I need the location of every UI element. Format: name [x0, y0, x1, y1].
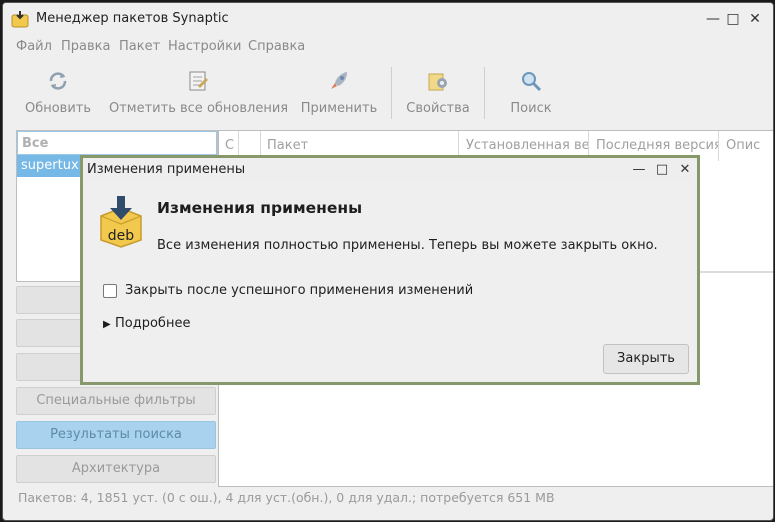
search-button[interactable]: Поиск	[501, 61, 561, 123]
maximize-icon[interactable]: □	[723, 9, 743, 29]
apply-label: Применить	[300, 101, 378, 116]
close-icon[interactable]: ✕	[745, 9, 765, 29]
dialog-title-bar[interactable]: Изменения применены — □ ✕	[83, 158, 697, 182]
menu-edit[interactable]: Правка	[61, 39, 110, 54]
dialog-close-icon[interactable]: ✕	[675, 160, 695, 180]
dialog-maximize-icon[interactable]: □	[652, 160, 672, 180]
filter-button-custom[interactable]: Специальные фильтры	[16, 387, 216, 415]
toolbar-separator	[484, 67, 485, 119]
mark-all-upgrades-button[interactable]: Отметить все обновления	[109, 61, 289, 123]
deb-icon-text: deb	[108, 228, 135, 244]
section-list-header[interactable]: Все	[17, 131, 217, 155]
reload-label: Обновить	[24, 101, 92, 116]
status-bar: Пакетов: 4, 1851 уст. (0 с ош.), 4 для у…	[18, 490, 555, 505]
menu-bar: Файл Правка Пакет Настройки Справка	[3, 36, 773, 58]
close-after-success-label[interactable]: Закрыть после успешного применения измен…	[125, 283, 473, 298]
properties-label: Свойства	[406, 101, 470, 116]
close-button[interactable]: Закрыть	[603, 344, 689, 374]
properties-button[interactable]: Свойства	[403, 61, 473, 123]
minimize-icon[interactable]: —	[703, 9, 723, 29]
dialog-title: Изменения применены	[87, 162, 246, 177]
search-label: Поиск	[510, 101, 552, 116]
dialog-message: Все изменения полностью применены. Тепер…	[157, 238, 658, 253]
dialog-heading: Изменения применены	[157, 199, 363, 217]
rocket-icon	[331, 72, 347, 89]
title-bar[interactable]: Менеджер пакетов Synaptic — □ ✕	[3, 3, 773, 35]
deb-package-icon: deb	[100, 196, 142, 248]
window-title: Менеджер пакетов Synaptic	[36, 11, 229, 26]
reload-button[interactable]: Обновить	[21, 61, 95, 123]
menu-file[interactable]: Файл	[16, 39, 52, 54]
search-icon	[522, 72, 542, 92]
toolbar: Обновить Отметить все обновления Примени…	[3, 61, 773, 125]
column-description[interactable]: Опис	[719, 131, 773, 161]
menu-settings[interactable]: Настройки	[168, 39, 241, 54]
close-after-success-checkbox[interactable]	[103, 284, 117, 298]
reload-icon	[49, 72, 67, 90]
filter-button-search-results[interactable]: Результаты поиска	[16, 421, 216, 449]
dialog-minimize-icon[interactable]: —	[629, 160, 649, 180]
apply-button[interactable]: Применить	[299, 61, 379, 123]
changes-applied-dialog: Изменения применены — □ ✕ deb Изменения …	[80, 155, 700, 385]
properties-icon	[428, 73, 447, 91]
dialog-body: deb Изменения применены Все изменения по…	[85, 182, 693, 380]
synaptic-logo-icon	[11, 11, 29, 28]
menu-help[interactable]: Справка	[248, 39, 305, 54]
menu-package[interactable]: Пакет	[119, 39, 160, 54]
toolbar-separator	[391, 67, 392, 119]
mark-all-label: Отметить все обновления	[109, 101, 289, 116]
mark-upgrades-icon	[189, 71, 208, 91]
details-expander[interactable]: Подробнее	[115, 316, 190, 331]
expander-arrow-icon[interactable]: ▶	[103, 319, 111, 330]
filter-button-architecture[interactable]: Архитектура	[16, 455, 216, 483]
